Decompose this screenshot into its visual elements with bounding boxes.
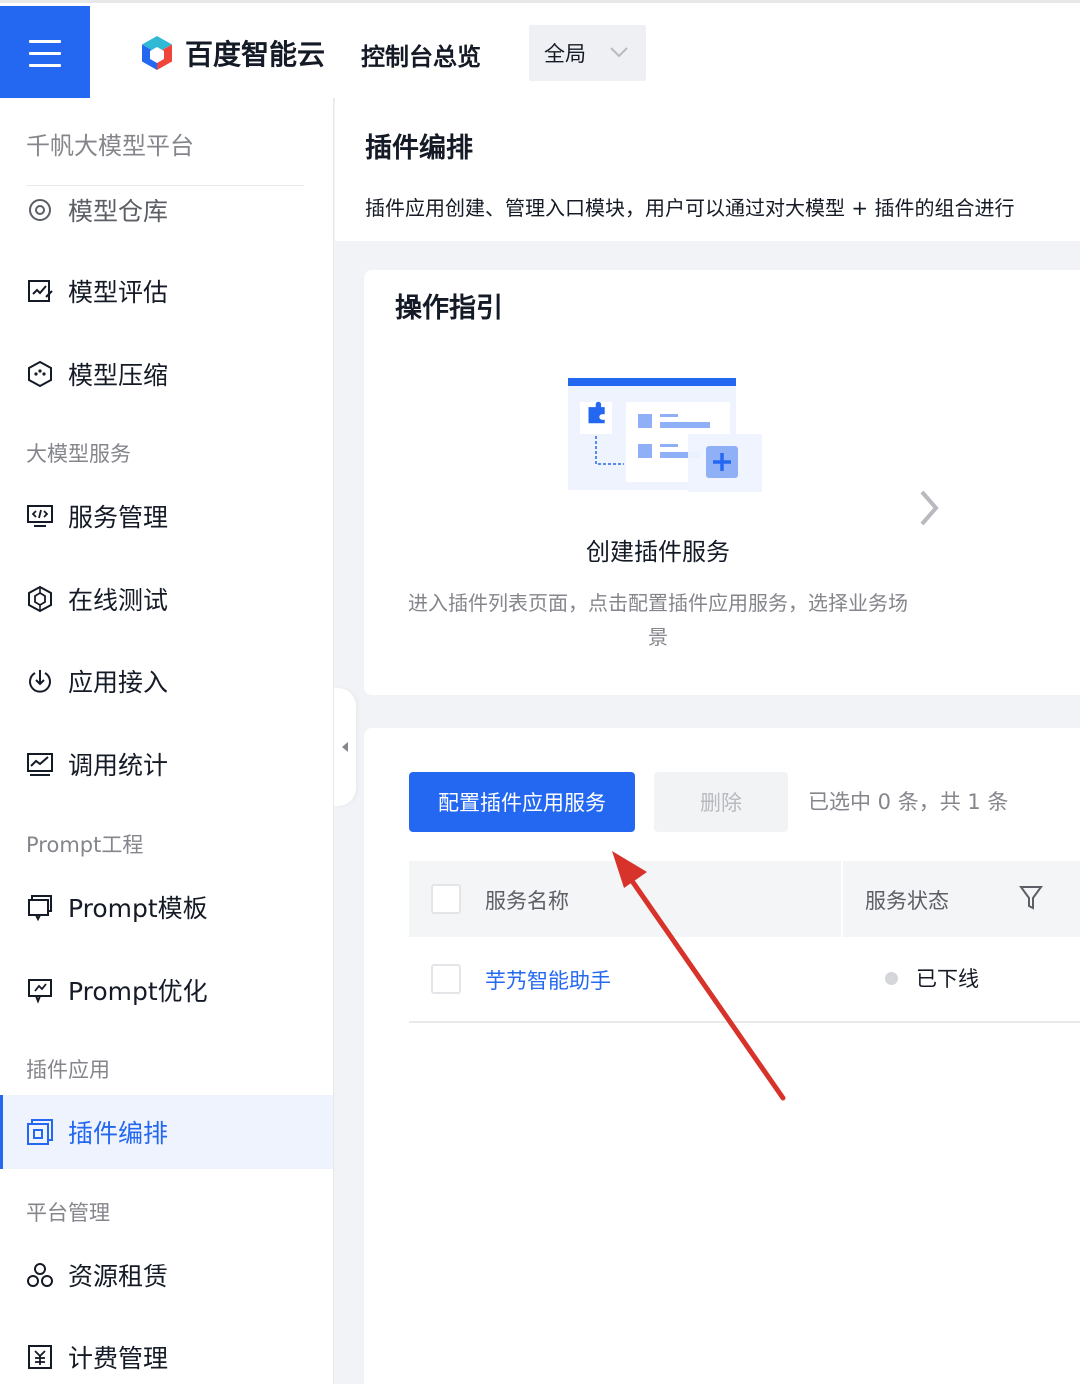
table-header: 服务名称 服务状态 — [409, 861, 1080, 937]
sidebar-group-prompt: Prompt工程 — [26, 833, 144, 857]
sidebar-item-prompt-optimize[interactable]: Prompt优化 — [0, 953, 333, 1027]
sidebar-collapse-handle[interactable] — [334, 688, 356, 806]
select-all-checkbox[interactable] — [431, 884, 461, 914]
delete-button[interactable]: 删除 — [654, 772, 788, 832]
sidebar-item-label: 服务管理 — [68, 503, 169, 532]
sidebar-item-label: 计费管理 — [68, 1344, 169, 1373]
column-header-service-status: 服务状态 — [865, 889, 949, 913]
sidebar-divider — [26, 185, 304, 186]
sidebar-item-label: Prompt优化 — [68, 977, 208, 1006]
sidebar-group-plugin: 插件应用 — [26, 1058, 110, 1082]
page-description: 插件应用创建、管理入口模块，用户可以通过对大模型 + 插件的组合进行 — [365, 196, 1015, 220]
sidebar-item-service-manage[interactable]: 服务管理 — [0, 479, 333, 553]
plugin-orchestration-icon — [26, 1118, 54, 1146]
hamburger-icon-line — [29, 40, 61, 43]
create-plugin-illustration-icon — [568, 378, 762, 492]
operation-guide-card: 操作指引 创建插件服务 进入插件列表页面，点击配置插件应用服务，选择业务场景 — [364, 270, 1080, 695]
top-bar: 百度智能云 控制台总览 全局 — [0, 0, 1080, 101]
sidebar-item-model-eval[interactable]: 模型评估 — [0, 254, 333, 328]
sidebar-item-label: 调用统计 — [68, 751, 169, 780]
prompt-optimize-icon — [26, 976, 54, 1004]
sidebar-item-label: 应用接入 — [68, 668, 169, 697]
billing-icon — [26, 1343, 54, 1371]
service-name-link[interactable]: 芋艿智能助手 — [485, 965, 611, 995]
sidebar-item-plugin-orchestration[interactable]: 插件编排 — [0, 1095, 333, 1169]
guide-title: 操作指引 — [395, 293, 503, 324]
sidebar-item-online-test[interactable]: 在线测试 — [0, 562, 333, 636]
call-stats-icon — [26, 750, 54, 778]
sidebar-item-prompt-template[interactable]: Prompt模板 — [0, 870, 333, 944]
table-row: 芋艿智能助手 已下线 — [409, 937, 1080, 1023]
sidebar-item-label: 在线测试 — [68, 586, 169, 615]
menu-hamburger-button[interactable] — [0, 6, 90, 101]
chevron-down-icon — [610, 47, 628, 58]
status-text: 已下线 — [916, 967, 979, 991]
filter-icon[interactable] — [1019, 885, 1043, 911]
sidebar-item-label: 模型仓库 — [68, 197, 169, 226]
resource-lease-icon — [26, 1261, 54, 1289]
chevron-right-icon[interactable] — [916, 488, 942, 528]
sidebar-item-label: 模型压缩 — [68, 361, 169, 390]
model-compress-icon — [26, 360, 54, 388]
region-value: 全局 — [544, 42, 586, 66]
sidebar-item-model-compress[interactable]: 模型压缩 — [0, 337, 333, 411]
sidebar-header: 千帆大模型平台 — [26, 132, 194, 160]
brand-name: 百度智能云 — [185, 38, 326, 71]
guide-step-description: 进入插件列表页面，点击配置插件应用服务，选择业务场景 — [408, 591, 908, 649]
sidebar-group-service: 大模型服务 — [26, 442, 131, 466]
column-header-service-name: 服务名称 — [485, 889, 569, 913]
service-status: 已下线 — [885, 963, 979, 993]
online-test-icon — [26, 585, 54, 613]
prompt-template-icon — [26, 893, 54, 921]
sidebar-item-label: Prompt模板 — [68, 894, 208, 923]
sidebar-group-platform: 平台管理 — [26, 1201, 110, 1225]
sidebar-item-label: 模型评估 — [68, 278, 169, 307]
page-header: 插件编排 插件应用创建、管理入口模块，用户可以通过对大模型 + 插件的组合进行 — [335, 98, 1080, 241]
sidebar: 千帆大模型平台 模型仓库 模型评估 模型压缩 大模型服务 服务管理 在线测试 应… — [0, 98, 334, 1384]
configure-plugin-app-service-button[interactable]: 配置插件应用服务 — [409, 772, 635, 832]
sidebar-item-resource-lease[interactable]: 资源租赁 — [0, 1238, 333, 1312]
model-repo-icon — [26, 196, 54, 224]
selection-info: 已选中 0 条，共 1 条 — [808, 790, 1009, 814]
row-checkbox[interactable] — [431, 964, 461, 994]
column-separator — [841, 861, 843, 937]
hamburger-icon-line — [29, 52, 61, 55]
region-selector[interactable]: 全局 — [529, 25, 646, 81]
caret-left-icon — [342, 742, 348, 752]
sidebar-item-label: 资源租赁 — [68, 1262, 169, 1291]
sidebar-item-call-stats[interactable]: 调用统计 — [0, 727, 333, 801]
sidebar-item-app-access[interactable]: 应用接入 — [0, 644, 333, 718]
service-manage-icon — [26, 502, 54, 530]
status-dot — [885, 971, 898, 985]
service-list-card: 配置插件应用服务 删除 已选中 0 条，共 1 条 服务名称 服务状态 芋艿智能… — [364, 728, 1080, 1384]
app-access-icon — [26, 667, 54, 695]
brand-logo[interactable]: 百度智能云 — [137, 33, 325, 73]
page-title: 插件编排 — [365, 133, 473, 164]
model-eval-icon — [26, 277, 54, 305]
hamburger-icon-line — [29, 64, 61, 67]
guide-step-title: 创建插件服务 — [586, 538, 730, 566]
baidu-cloud-logo-icon — [141, 35, 173, 71]
sidebar-item-billing[interactable]: 计费管理 — [0, 1320, 333, 1384]
sidebar-item-label: 插件编排 — [68, 1119, 169, 1148]
console-overview-link[interactable]: 控制台总览 — [361, 37, 481, 72]
